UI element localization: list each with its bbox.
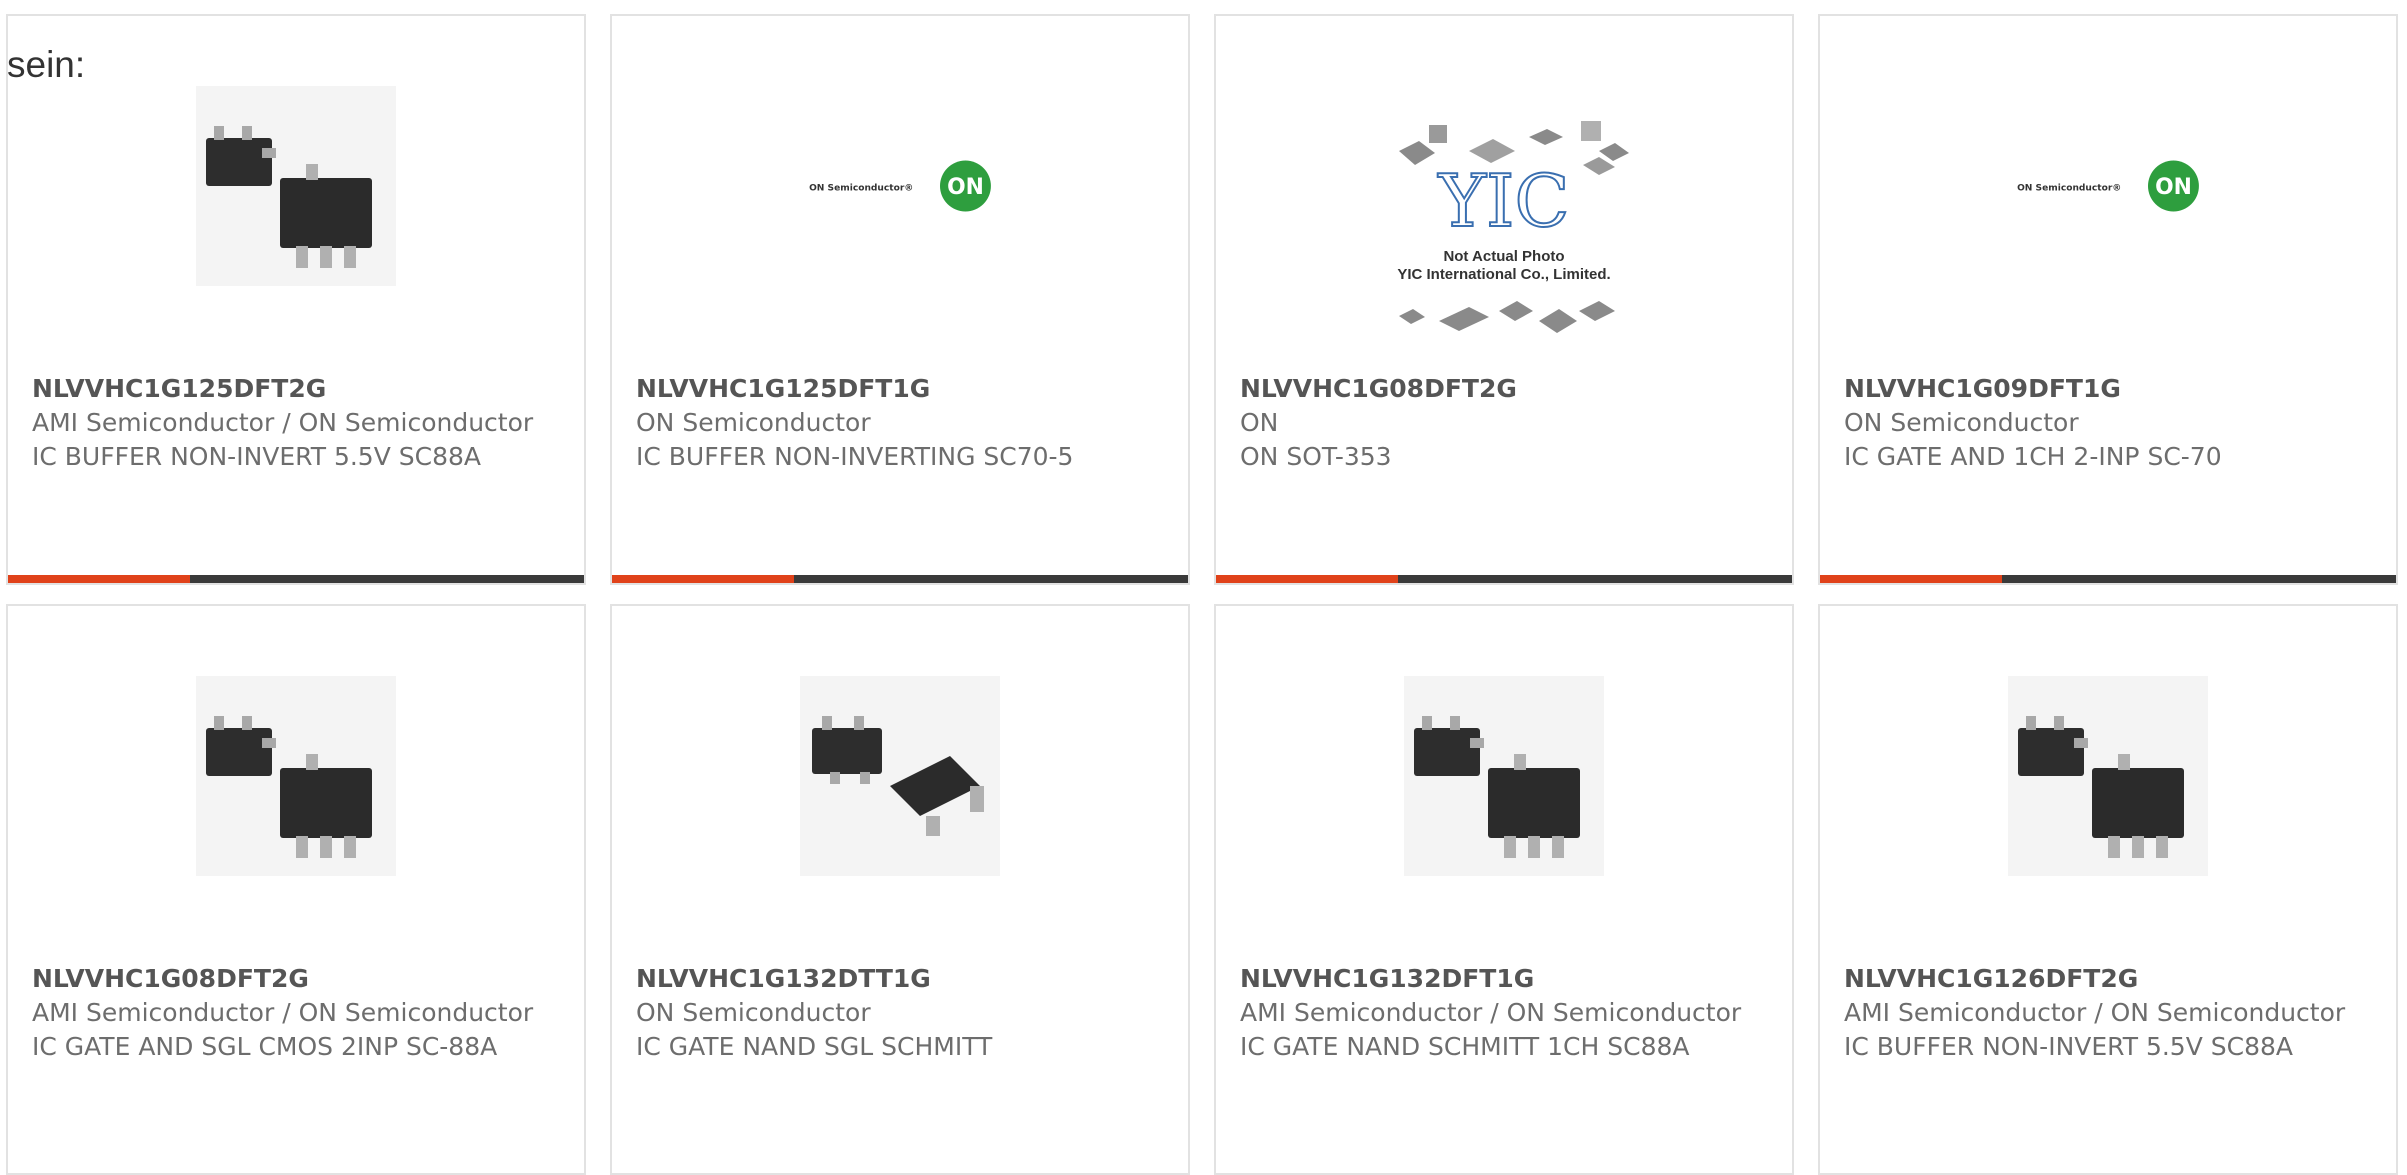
part-number[interactable]: NLVVHC1G132DTT1G — [636, 962, 1164, 996]
card-bottom-bar — [8, 575, 584, 583]
manufacturer: AMI Semiconductor / ON Semiconductor — [32, 998, 534, 1027]
description: IC GATE AND 1CH 2-INP SC-70 — [1844, 442, 2222, 471]
description: ON SOT-353 — [1240, 442, 1392, 471]
description: IC GATE NAND SCHMITT 1CH SC88A — [1240, 1032, 1690, 1061]
description: IC BUFFER NON-INVERTING SC70-5 — [636, 442, 1074, 471]
ic-package-image[interactable] — [1404, 676, 1604, 876]
on-semiconductor-logo[interactable]: ON Semiconductor® ON — [2008, 86, 2208, 286]
on-semiconductor-logo[interactable]: ON Semiconductor® ON — [800, 86, 1000, 286]
product-card[interactable]: ON Semiconductor® ON NLVVHC1G125DFT1G ON… — [610, 14, 1190, 585]
ic-package-image[interactable] — [196, 676, 396, 876]
manufacturer: AMI Semiconductor / ON Semiconductor — [32, 408, 534, 437]
logo-badge: ON — [947, 175, 984, 200]
part-number[interactable]: NLVVHC1G08DFT2G — [1240, 372, 1768, 406]
card-bottom-bar — [1216, 575, 1792, 583]
description: IC BUFFER NON-INVERT 5.5V SC88A — [32, 442, 481, 471]
product-card[interactable]: NLVVHC1G132DFT1G AMI Semiconductor / ON … — [1214, 604, 1794, 1175]
logo-text: ON Semiconductor® — [2017, 184, 2121, 194]
placeholder-line1: Not Actual Photo — [1443, 248, 1564, 265]
ic-package-image[interactable] — [2008, 676, 2208, 876]
intro-text: sein: — [7, 44, 86, 85]
description: IC BUFFER NON-INVERT 5.5V SC88A — [1844, 1032, 2293, 1061]
product-card[interactable]: ON Semiconductor® ON NLVVHC1G09DFT1G ON … — [1818, 14, 2398, 585]
product-card[interactable]: YIC Not Actual Photo YIC International C… — [1214, 14, 1794, 585]
not-actual-photo-image[interactable]: YIC Not Actual Photo YIC International C… — [1369, 111, 1639, 341]
manufacturer: ON Semiconductor — [1844, 408, 2079, 437]
manufacturer: AMI Semiconductor / ON Semiconductor — [1844, 998, 2346, 1027]
product-card[interactable]: NLVVHC1G132DTT1G ON Semiconductor IC GAT… — [610, 604, 1190, 1175]
ic-package-icon — [196, 86, 396, 286]
manufacturer: AMI Semiconductor / ON Semiconductor — [1240, 998, 1742, 1027]
card-bottom-bar — [612, 575, 1188, 583]
logo-text: ON Semiconductor® — [809, 184, 913, 194]
manufacturer: ON Semiconductor — [636, 408, 871, 437]
part-number[interactable]: NLVVHC1G09DFT1G — [1844, 372, 2372, 406]
logo-badge: ON — [2155, 175, 2192, 200]
part-number[interactable]: NLVVHC1G126DFT2G — [1844, 962, 2372, 996]
product-card[interactable]: NLVVHC1G08DFT2G AMI Semiconductor / ON S… — [6, 604, 586, 1175]
description: IC GATE AND SGL CMOS 2INP SC-88A — [32, 1032, 498, 1061]
part-number[interactable]: NLVVHC1G125DFT2G — [32, 372, 560, 406]
product-card[interactable]: NLVVHC1G125DFT2G AMI Semiconductor / ON … — [6, 14, 586, 585]
description: IC GATE NAND SGL SCHMITT — [636, 1032, 993, 1061]
card-bottom-bar — [1820, 575, 2396, 583]
ic-package-icon — [800, 676, 1000, 876]
manufacturer: ON Semiconductor — [636, 998, 871, 1027]
product-card[interactable]: NLVVHC1G126DFT2G AMI Semiconductor / ON … — [1818, 604, 2398, 1175]
ic-package-icon — [196, 676, 396, 876]
ic-package-icon — [2008, 676, 2208, 876]
placeholder-line2: YIC International Co., Limited. — [1397, 266, 1610, 283]
part-number[interactable]: NLVVHC1G08DFT2G — [32, 962, 560, 996]
placeholder-logo: YIC — [1437, 159, 1569, 243]
manufacturer: ON — [1240, 408, 1279, 437]
ic-package-image[interactable] — [196, 86, 396, 286]
part-number[interactable]: NLVVHC1G125DFT1G — [636, 372, 1164, 406]
part-number[interactable]: NLVVHC1G132DFT1G — [1240, 962, 1768, 996]
ic-package-image[interactable] — [800, 676, 1000, 876]
ic-package-icon — [1404, 676, 1604, 876]
